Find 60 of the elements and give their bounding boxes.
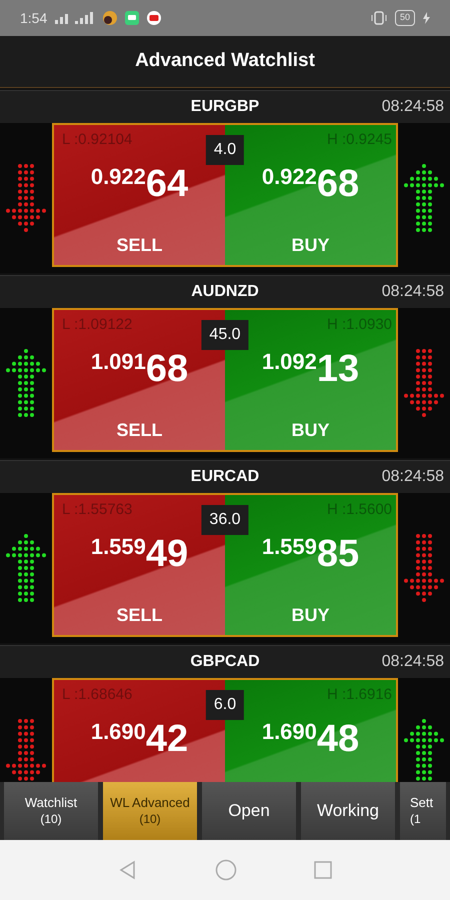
price-prefix: 1.559 — [90, 533, 146, 561]
price-prefix: 0.922 — [262, 163, 317, 191]
low-price: L :0.92104 — [62, 130, 132, 149]
buy-label: BUY — [291, 604, 330, 627]
home-icon[interactable] — [214, 859, 237, 881]
sell-label: SELL — [116, 234, 162, 257]
price-pips: 68 — [316, 165, 360, 203]
down-arrow-icon — [403, 533, 445, 603]
spread-value: 6.0 — [206, 690, 244, 720]
buy-label: BUY — [291, 419, 330, 442]
price-prefix: 1.690 — [90, 718, 146, 746]
nav-tab[interactable]: Open — [202, 782, 296, 840]
symbol-name: EURGBP — [190, 97, 260, 117]
nav-tab[interactable]: Working — [301, 782, 395, 840]
nav-tab[interactable]: WL Advanced (10) — [103, 782, 197, 840]
quote-time: 08:24:58 — [382, 467, 444, 487]
symbol-name: EURCAD — [190, 467, 260, 487]
spread-value: 45.0 — [201, 320, 249, 350]
quote-time: 08:24:58 — [382, 97, 444, 117]
price-pips: 68 — [146, 350, 188, 388]
signal-icon — [55, 12, 96, 24]
nav-tab[interactable]: Watchlist (10) — [4, 782, 98, 840]
up-arrow-icon — [403, 718, 445, 782]
status-time: 1:54 — [20, 8, 48, 28]
price-pips: 64 — [146, 165, 188, 203]
vibrate-icon — [370, 11, 387, 25]
up-arrow-icon — [5, 348, 47, 418]
price-pips: 49 — [146, 535, 188, 573]
low-price: L :1.55763 — [62, 500, 132, 519]
quote-time: 08:24:58 — [382, 282, 444, 302]
battery-level: 50 — [394, 10, 415, 26]
down-arrow-icon — [5, 718, 47, 782]
price-prefix: 1.690 — [262, 718, 317, 746]
symbol-name: GBPCAD — [190, 652, 260, 672]
price-pips: 13 — [316, 350, 360, 388]
buy-label: BUY — [291, 234, 330, 257]
down-arrow-icon — [5, 163, 47, 233]
price-prefix: 1.092 — [262, 348, 317, 376]
quote-time: 08:24:58 — [382, 652, 444, 672]
up-arrow-icon — [403, 163, 445, 233]
spread-value: 4.0 — [206, 135, 244, 165]
symbol-name: AUDNZD — [191, 282, 259, 302]
down-arrow-icon — [403, 348, 445, 418]
price-pips: 85 — [316, 535, 360, 573]
sell-label: SELL — [116, 604, 162, 627]
recents-icon[interactable] — [314, 861, 332, 879]
sell-label: SELL — [116, 419, 162, 442]
chat-icon — [125, 11, 140, 25]
spread-value: 36.0 — [201, 505, 249, 535]
price-pips: 48 — [316, 720, 360, 758]
charging-icon — [423, 12, 430, 24]
price-pips: 42 — [146, 720, 188, 758]
price-prefix: 0.922 — [90, 163, 146, 191]
price-prefix: 1.559 — [262, 533, 317, 561]
price-prefix: 1.091 — [90, 348, 146, 376]
app-icon — [103, 11, 118, 25]
nav-tab[interactable]: Sett (1 — [400, 782, 446, 840]
up-arrow-icon — [5, 533, 47, 603]
play-icon — [147, 11, 162, 25]
screen-title: Advanced Watchlist — [135, 49, 315, 74]
